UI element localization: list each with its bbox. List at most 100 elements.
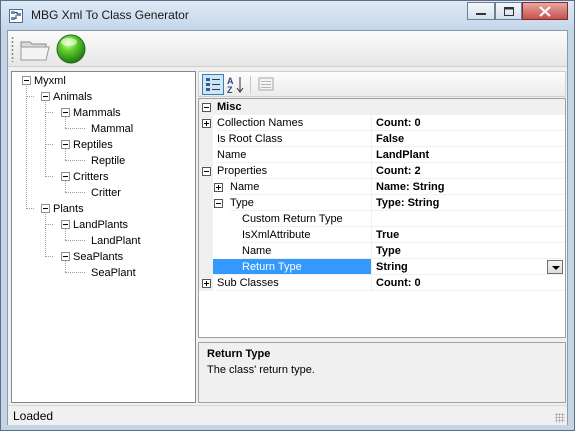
tree-node-critter[interactable]: Critter bbox=[91, 186, 121, 200]
property-value[interactable]: Count: 2 bbox=[371, 163, 565, 179]
collapse-toggle[interactable] bbox=[61, 140, 70, 149]
row-gutter bbox=[199, 179, 213, 195]
property-name: Sub Classes bbox=[217, 275, 371, 291]
tree-node-seaplants[interactable]: SeaPlants bbox=[73, 250, 123, 264]
tree-line bbox=[65, 240, 85, 241]
alphabetical-button[interactable]: A Z bbox=[225, 74, 247, 95]
status-bar: Loaded bbox=[8, 405, 567, 425]
generate-button[interactable] bbox=[54, 33, 88, 65]
status-text: Loaded bbox=[13, 409, 54, 423]
row-gutter bbox=[199, 131, 213, 147]
property-value[interactable]: Name: String bbox=[371, 179, 565, 195]
collapse-toggle[interactable] bbox=[61, 172, 70, 181]
tree-node-animals[interactable]: Animals bbox=[53, 90, 92, 104]
property-row[interactable]: Properties Count: 2 bbox=[199, 163, 565, 179]
row-gutter bbox=[199, 227, 213, 243]
tree-line bbox=[26, 96, 34, 97]
property-row[interactable]: IsXmlAttribute True bbox=[199, 227, 565, 243]
collapse-toggle[interactable] bbox=[214, 199, 223, 208]
property-row[interactable]: Is Root Class False bbox=[199, 131, 565, 147]
help-title: Return Type bbox=[207, 348, 271, 360]
row-gutter bbox=[199, 243, 213, 259]
toolbar-grip[interactable] bbox=[11, 36, 14, 62]
restore-button[interactable] bbox=[495, 2, 522, 20]
property-value[interactable]: True bbox=[371, 227, 565, 243]
property-row[interactable]: Collection Names Count: 0 bbox=[199, 115, 565, 131]
tree-line bbox=[45, 112, 53, 113]
collapse-toggle[interactable] bbox=[61, 252, 70, 261]
close-button[interactable] bbox=[522, 2, 568, 20]
category-row[interactable]: Misc bbox=[199, 99, 565, 115]
property-value[interactable]: Type bbox=[371, 243, 565, 259]
property-value[interactable]: False bbox=[371, 131, 565, 147]
green-orb-icon bbox=[56, 34, 86, 64]
collapse-toggle[interactable] bbox=[202, 103, 211, 112]
property-row[interactable]: Type Type: String bbox=[199, 195, 565, 211]
toolbar-separator bbox=[250, 76, 251, 93]
property-name: Custom Return Type bbox=[242, 211, 371, 227]
class-tree[interactable]: Myxml Animals Mammals Mammal Reptiles Re… bbox=[11, 71, 196, 403]
property-name: Name bbox=[230, 179, 371, 195]
tree-node-plants[interactable]: Plants bbox=[53, 202, 84, 216]
resize-grip-icon[interactable] bbox=[555, 413, 565, 423]
tree-node-mammal[interactable]: Mammal bbox=[91, 122, 133, 136]
property-value: String bbox=[376, 261, 408, 273]
property-name: Type bbox=[230, 195, 371, 211]
property-pages-button[interactable] bbox=[255, 74, 277, 95]
property-value[interactable]: Count: 0 bbox=[371, 115, 565, 131]
property-panel: A Z Misc Collection Names Count: 0 Is Ro… bbox=[198, 71, 566, 403]
tree-line bbox=[65, 192, 85, 193]
expand-toggle[interactable] bbox=[202, 119, 211, 128]
tree-node-mammals[interactable]: Mammals bbox=[73, 106, 121, 120]
property-grid[interactable]: Misc Collection Names Count: 0 Is Root C… bbox=[198, 98, 566, 338]
collapse-toggle[interactable] bbox=[61, 220, 70, 229]
tree-node-reptiles[interactable]: Reptiles bbox=[73, 138, 113, 152]
category-label: Misc bbox=[217, 101, 242, 113]
property-value[interactable]: Type: String bbox=[371, 195, 565, 211]
title-bar[interactable]: MBG Xml To Class Generator bbox=[1, 1, 574, 30]
tree-line bbox=[45, 176, 53, 177]
expand-toggle[interactable] bbox=[214, 183, 223, 192]
property-value-dropdown[interactable]: String bbox=[371, 259, 565, 275]
property-row[interactable]: Sub Classes Count: 0 bbox=[199, 275, 565, 291]
collapse-toggle[interactable] bbox=[41, 92, 50, 101]
property-row[interactable]: Name LandPlant bbox=[199, 147, 565, 163]
tree-line bbox=[65, 160, 85, 161]
minimize-icon bbox=[476, 13, 486, 15]
minimize-button[interactable] bbox=[467, 2, 495, 20]
collapse-toggle[interactable] bbox=[202, 167, 211, 176]
tree-node-myxml[interactable]: Myxml bbox=[34, 74, 66, 88]
row-gutter bbox=[199, 211, 213, 227]
tree-node-landplant[interactable]: LandPlant bbox=[91, 234, 141, 248]
row-gutter bbox=[199, 259, 213, 275]
tree-node-reptile[interactable]: Reptile bbox=[91, 154, 125, 168]
tree-line bbox=[65, 272, 85, 273]
collapse-toggle[interactable] bbox=[22, 76, 31, 85]
property-pages-icon bbox=[258, 77, 274, 91]
open-folder-button[interactable] bbox=[18, 33, 52, 65]
tree-node-landplants[interactable]: LandPlants bbox=[73, 218, 128, 232]
property-row[interactable]: Custom Return Type bbox=[199, 211, 565, 227]
property-name: Collection Names bbox=[217, 115, 371, 131]
property-row[interactable]: Name Name: String bbox=[199, 179, 565, 195]
tree-node-critters[interactable]: Critters bbox=[73, 170, 108, 184]
categorized-icon bbox=[206, 78, 220, 91]
property-value[interactable]: LandPlant bbox=[371, 147, 565, 163]
app-window: MBG Xml To Class Generator Myxml Animals… bbox=[0, 0, 575, 431]
window-title: MBG Xml To Class Generator bbox=[31, 8, 189, 22]
expand-toggle[interactable] bbox=[202, 279, 211, 288]
property-name: Properties bbox=[217, 163, 371, 179]
property-row[interactable]: Name Type bbox=[199, 243, 565, 259]
property-value[interactable] bbox=[371, 211, 565, 227]
property-row-selected[interactable]: Return Type String bbox=[199, 259, 565, 275]
property-name: Return Type bbox=[213, 259, 371, 275]
dropdown-arrow-icon[interactable] bbox=[547, 260, 563, 274]
collapse-toggle[interactable] bbox=[41, 204, 50, 213]
restore-icon bbox=[504, 7, 514, 16]
collapse-toggle[interactable] bbox=[61, 108, 70, 117]
tree-node-seaplant[interactable]: SeaPlant bbox=[91, 266, 136, 280]
property-name: Name bbox=[217, 147, 371, 163]
property-name: IsXmlAttribute bbox=[242, 227, 371, 243]
categorized-button[interactable] bbox=[202, 74, 224, 95]
property-value[interactable]: Count: 0 bbox=[371, 275, 565, 291]
